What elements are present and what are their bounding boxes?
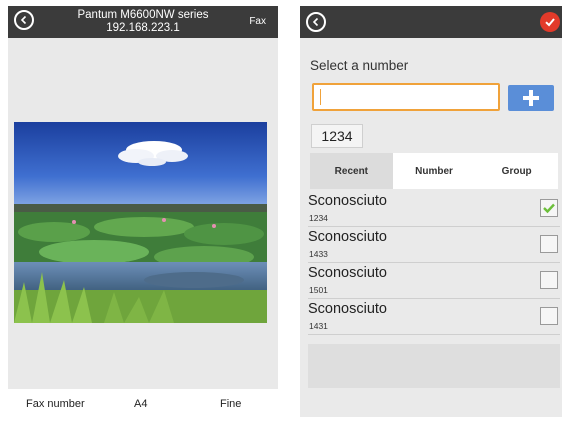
contact-number: 1501	[309, 285, 328, 295]
fax-options-bar: Fax number A4 Fine	[8, 389, 278, 417]
selected-number-chip[interactable]: 1234	[311, 124, 363, 148]
back-button[interactable]	[306, 12, 326, 32]
checkmark-icon	[545, 18, 555, 27]
number-input[interactable]	[312, 83, 500, 111]
mode-label: Fax	[249, 16, 266, 27]
select-number-label: Select a number	[310, 58, 409, 73]
contact-number: 1431	[309, 321, 328, 331]
list-item[interactable]: Sconosciuto 1501	[308, 263, 560, 299]
printer-name: Pantum M6600NW series	[77, 9, 209, 21]
contact-number: 1234	[309, 213, 328, 223]
plus-icon	[523, 90, 539, 106]
fax-document-preview	[14, 122, 267, 323]
contact-checkbox[interactable]	[540, 271, 558, 289]
fax-number-option[interactable]: Fax number	[26, 398, 85, 410]
contact-checkbox[interactable]	[540, 307, 558, 325]
landscape-photo	[14, 122, 267, 323]
contact-name: Sconosciuto	[308, 193, 387, 209]
contact-checkbox[interactable]	[540, 235, 558, 253]
add-number-button[interactable]	[508, 85, 554, 111]
list-empty-area	[308, 344, 560, 388]
tab-recent[interactable]: Recent	[310, 153, 393, 189]
printer-ip: 192.168.223.1	[106, 22, 180, 34]
back-button[interactable]	[14, 10, 34, 30]
paper-size-option[interactable]: A4	[134, 398, 147, 410]
contact-number: 1433	[309, 249, 328, 259]
contact-list: Sconosciuto 1234 Sconosciuto 1433 Sconos…	[308, 191, 560, 335]
back-arrow-icon	[312, 17, 319, 27]
list-item[interactable]: Sconosciuto 1431	[308, 299, 560, 335]
top-bar: Pantum M6600NW series 192.168.223.1 Fax	[8, 6, 278, 38]
contact-name: Sconosciuto	[308, 265, 387, 281]
list-item[interactable]: Sconosciuto 1433	[308, 227, 560, 263]
contact-name: Sconosciuto	[308, 301, 387, 317]
top-bar	[300, 6, 562, 38]
list-item[interactable]: Sconosciuto 1234	[308, 191, 560, 227]
back-arrow-icon	[20, 15, 27, 25]
select-number-screen: Select a number 1234 Recent Number Group…	[300, 6, 562, 417]
tab-number[interactable]: Number	[392, 153, 476, 189]
contact-checkbox[interactable]	[540, 199, 558, 217]
confirm-button[interactable]	[540, 12, 560, 32]
contact-tabs: Recent Number Group	[310, 153, 559, 189]
quality-option[interactable]: Fine	[220, 398, 241, 410]
checkmark-icon	[543, 203, 555, 214]
tab-group[interactable]: Group	[475, 153, 559, 189]
contact-name: Sconosciuto	[308, 229, 387, 245]
fax-preview-screen: Pantum M6600NW series 192.168.223.1 Fax	[8, 6, 278, 417]
text-cursor	[320, 89, 321, 105]
